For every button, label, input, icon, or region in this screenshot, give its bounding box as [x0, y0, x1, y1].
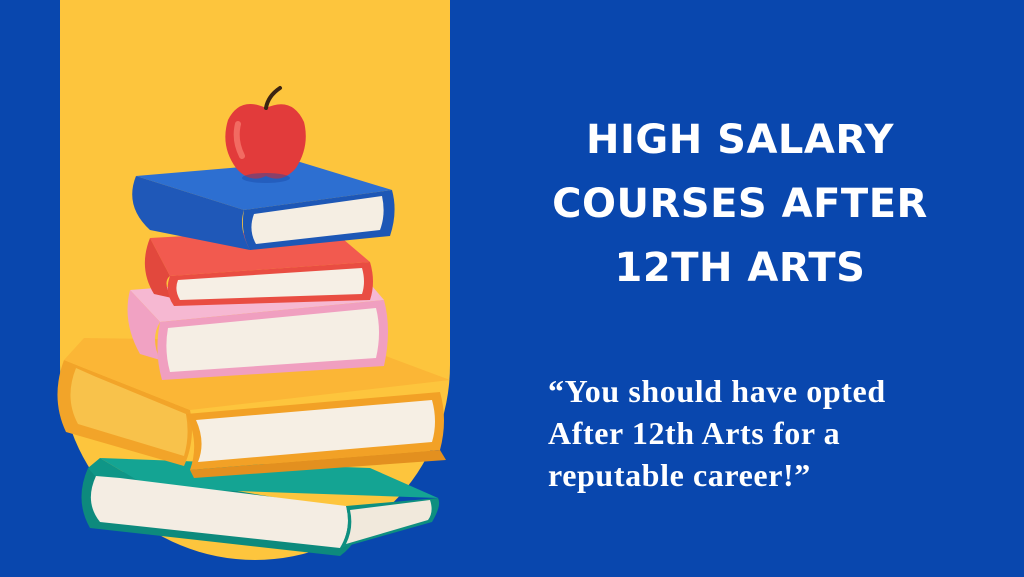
headline-title: HIGH SALARY COURSES AFTER 12TH ARTS: [500, 108, 980, 300]
headline-line-2: COURSES AFTER: [552, 181, 928, 227]
quote-line-3: reputable career!”: [548, 457, 811, 493]
quote-line-1: “You should have opted: [548, 373, 886, 409]
apple-icon: [225, 86, 306, 183]
quote-line-2: After 12th Arts for a: [548, 415, 841, 451]
banner-canvas: HIGH SALARY COURSES AFTER 12TH ARTS “You…: [0, 0, 1024, 577]
headline-line-3: 12TH ARTS: [614, 245, 866, 291]
headline-line-1: HIGH SALARY: [586, 117, 894, 163]
quote-text: “You should have opted After 12th Arts f…: [548, 370, 1008, 496]
book-stack-icon: [57, 86, 450, 556]
